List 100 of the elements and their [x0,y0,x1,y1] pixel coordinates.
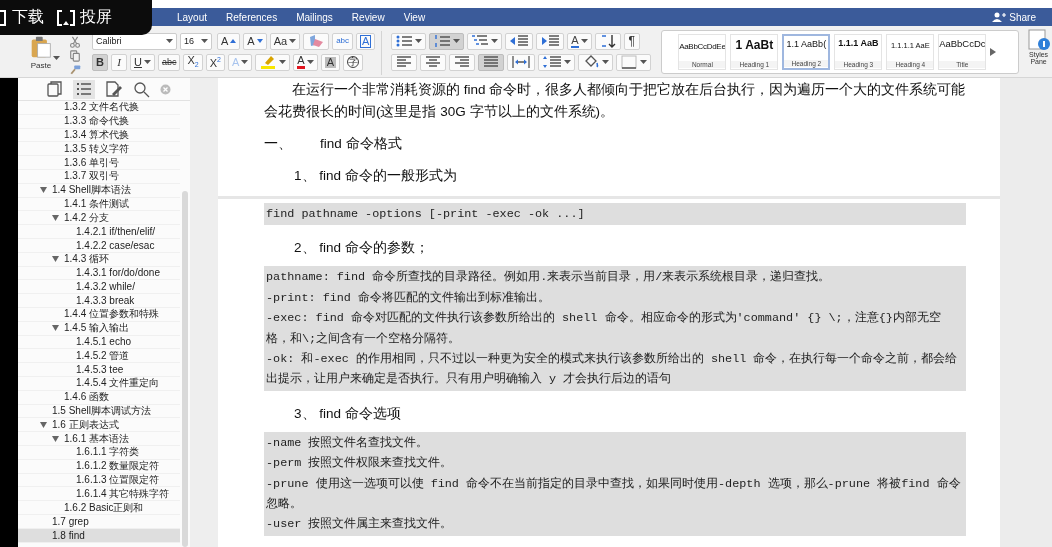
toolbar-button[interactable]: B [92,53,108,71]
toolbar-button[interactable]: Aa [269,32,301,50]
caret-icon [201,38,208,44]
toolbar-button[interactable] [478,53,505,71]
outline-item[interactable]: 1.4.3.3 break [18,294,180,308]
caret-icon[interactable] [564,59,572,65]
toolbar-button[interactable] [391,32,427,50]
ribbon-tab[interactable]: Mailings [296,11,333,23]
outline-item[interactable]: 1.7 grep [18,514,180,529]
expanded-triangle-icon[interactable] [52,325,59,332]
paste-button[interactable]: Paste [24,36,58,76]
toolbar-button[interactable] [505,32,534,50]
toolbar-button[interactable] [255,53,291,71]
overlay-label[interactable]: 投屏 [80,7,112,28]
outline-item[interactable]: 1.6.1 基本语法 [18,432,180,446]
share-button[interactable]: Share [992,11,1036,23]
toolbar-button[interactable] [578,53,614,71]
toolbar-button[interactable] [449,53,476,71]
outline-item[interactable]: 1.4.3.2 while/ [18,280,180,295]
ribbon-tab[interactable]: Review [351,11,385,23]
down-triangle-icon [256,39,263,43]
copy-icon[interactable] [69,50,81,62]
clipboard-icon [30,36,52,58]
outline-item[interactable]: 1.4.5.1 echo [18,335,180,350]
toolbar-button[interactable]: A [356,32,376,50]
caret-icon[interactable] [143,59,151,65]
expanded-triangle-icon[interactable] [52,214,59,221]
toolbar-button[interactable]: U [130,53,155,71]
outline-item[interactable]: 1.3.7 双引号 [18,170,180,184]
nav-tab[interactable] [73,79,95,99]
outline-item[interactable]: 1.4.2 分支 [18,211,180,226]
toolbar-button[interactable] [538,53,576,71]
toolbar-button[interactable]: abc [332,32,354,50]
toolbar-button[interactable]: X$_{2}$ [183,53,203,71]
outline-item[interactable]: 1.4.1 条件测试 [18,197,180,212]
outline-item[interactable]: 1.4.2.2 case/esac [18,238,180,253]
toolbar-button[interactable]: A [217,32,241,50]
outline-item[interactable]: 1.3.6 单引号 [18,156,180,170]
caret-icon[interactable] [279,59,287,65]
ribbon-tab[interactable]: References [226,11,278,23]
toolbar-button[interactable]: A [567,32,592,50]
outline-item[interactable]: 1.4.3 循环 [18,252,180,267]
caret-icon[interactable] [241,59,249,65]
expanded-triangle-icon[interactable] [40,421,47,428]
outline-item[interactable]: 1.5 Shell脚本调试方法 [18,404,180,419]
toolbar-button[interactable] [594,32,621,50]
caret-icon[interactable] [602,59,610,65]
caret-icon[interactable] [415,38,423,44]
outline-item[interactable]: 1.6.1.2 数量限定符 [18,459,180,474]
outline-item[interactable]: 1.3.3 命令代换 [18,114,180,129]
outline-item[interactable]: 1.6 正则表达式 [18,418,180,433]
toolbar-button[interactable] [467,32,503,50]
toolbar-button[interactable] [536,32,565,50]
toolbar-button[interactable] [429,32,465,50]
toolbar-button[interactable]: X$^{2}$ [205,53,225,71]
overlay-label[interactable]: 下载 [12,7,44,28]
more-arrow-icon[interactable] [990,48,997,56]
outline-item[interactable]: 1.6.2 Basic正则和 [18,501,180,515]
expanded-triangle-icon[interactable] [52,435,59,442]
toolbar-button[interactable] [616,53,652,71]
outline-item[interactable]: 1.3.4 算术代换 [18,128,180,143]
outline-item[interactable]: 1.4.5.2 管道 [18,349,180,364]
code-line: -perm 按照文件权限来查找文件。 [266,455,454,473]
toolbar-button[interactable] [391,53,418,71]
code-line: -prune 使用这一选项可以使 find 命令不在当前指定的目录中查找，如果同时使用-depth 选项，那么-prune 将被find 命令忽略。 [266,475,962,514]
scissors-icon[interactable] [69,36,81,48]
caret-icon[interactable] [289,38,297,44]
toolbar-button[interactable]: I [111,53,127,71]
toolbar-button[interactable]: 字 [343,53,363,71]
outline-item[interactable]: 1.6.1.1 字符类 [18,445,180,460]
outline-item[interactable]: 1.6.1.4 其它特殊字符 [18,487,180,502]
toolbar-button[interactable]: abc [157,53,181,71]
outline-item[interactable]: 1.4.2.1 if/then/elif/ [18,225,180,239]
caret-icon[interactable] [640,59,648,65]
outline-item[interactable]: 1.3.2 文件名代换 [18,101,180,115]
caret-icon[interactable] [306,59,314,65]
expanded-triangle-icon[interactable] [52,256,59,263]
caret-icon[interactable] [491,38,499,44]
toolbar-button[interactable] [507,53,536,71]
toolbar-button[interactable]: A [243,32,267,50]
outline-item[interactable]: 1.4.3.1 for/do/done [18,266,180,281]
outline-item[interactable]: 1.4 Shell脚本语法 [18,183,180,198]
expanded-triangle-icon[interactable] [40,187,47,194]
caret-icon[interactable] [580,38,588,44]
ribbon-tab[interactable]: View [403,11,426,23]
outline-item[interactable]: 1.3.5 转义字符 [18,142,180,157]
font-size-field[interactable]: 16 [180,32,212,50]
toolbar-button[interactable]: ¶ [623,32,640,50]
outline-item[interactable]: 1.4.4 位置参数和特殊 [18,307,180,322]
scrollbar[interactable] [182,191,188,547]
outline-item[interactable]: 1.6.1.3 位置限定符 [18,473,180,488]
toolbar-button[interactable]: A [320,53,340,71]
toolbar-button[interactable]: A [293,53,318,71]
ribbon-tab[interactable]: Layout [177,11,208,23]
toolbar-button[interactable] [420,53,447,71]
outline-item[interactable]: 1.4.5.4 文件重定向 [18,376,180,391]
outline-item[interactable]: 1.4.5.3 tee [18,363,180,377]
outline-item[interactable]: 1.4.5 输入输出 [18,321,180,336]
outline-item[interactable]: 1.4.6 函数 [18,390,180,405]
caret-icon[interactable] [453,38,461,44]
